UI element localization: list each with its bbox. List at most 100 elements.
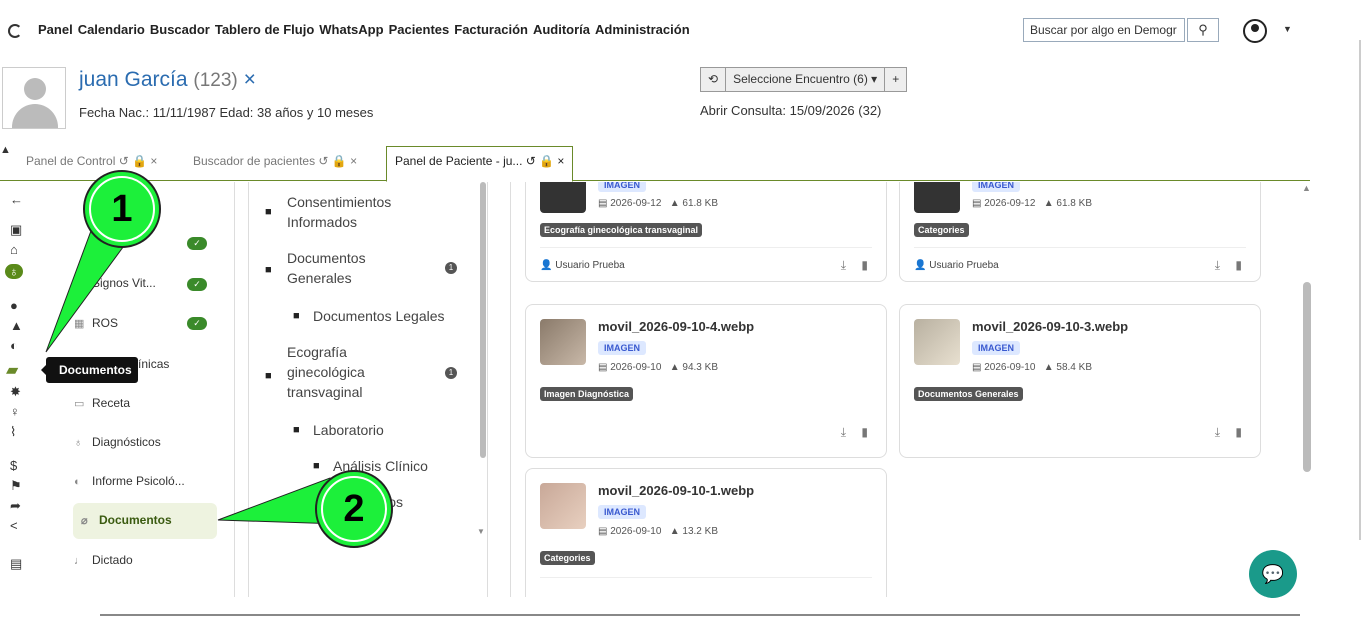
patient-name[interactable]: juan García (123) ×	[79, 68, 256, 92]
document-card[interactable]: movil_2026-09-10-1.webp IMAGEN ▤ 2026-09…	[525, 468, 887, 597]
tab-buscador-pacientes[interactable]: Buscador de pacientes ↺ 🔒 ×	[193, 154, 357, 168]
heartbeat-icon[interactable]: ⌇	[10, 424, 16, 440]
category-laboratorio[interactable]: ■ Laboratorio	[293, 420, 384, 440]
sidebar-item-dictado[interactable]: ♩ Dictado	[74, 553, 133, 567]
menu-administracion[interactable]: Administración	[595, 22, 690, 37]
category-documentos-legales[interactable]: ■ Documentos Legales	[293, 306, 493, 326]
share-nodes-icon[interactable]: <	[10, 518, 18, 533]
type-badge: IMAGEN	[598, 341, 646, 355]
sidebar-item-diagnosticos[interactable]: ♁ Diagnósticos	[74, 435, 161, 449]
document-date: 2026-09-10	[610, 526, 662, 537]
category-scrollbar[interactable]	[480, 182, 486, 458]
sidebar-item-documentos[interactable]: ⌀ Documentos	[73, 503, 217, 539]
download-icon[interactable]: ⤓	[1215, 258, 1220, 273]
encounter-selector[interactable]: ⟲ Seleccione Encuentro (6) ▾ +	[700, 67, 908, 92]
patient-info: Fecha Nac.: 11/11/1987 Edad: 38 años y 1…	[79, 105, 374, 120]
folder-icon: ■	[265, 206, 272, 218]
id-card-icon[interactable]: ▣	[10, 222, 22, 238]
add-encounter-button[interactable]: +	[885, 68, 906, 91]
document-date: 2026-09-10	[610, 362, 662, 373]
folder-icon: ■	[293, 424, 300, 436]
trash-icon[interactable]: ▮	[1235, 258, 1242, 272]
document-meta: ▤ 2026-09-12 ▲ 61.8 KB	[598, 198, 718, 209]
sidebar-item-label: Receta	[92, 396, 131, 410]
document-card[interactable]: IMAGEN ▤ 2026-09-12 ▲ 61.8 KB Ecografía …	[525, 182, 887, 282]
check-icon: ✓	[187, 237, 207, 250]
document-name[interactable]: movil_2026-09-10-4.webp	[598, 319, 754, 334]
stethoscope-icon[interactable]: ♁	[5, 264, 23, 279]
menu-tablero[interactable]: Tablero de Flujo	[215, 22, 314, 37]
close-icon[interactable]: ×	[244, 68, 256, 91]
trash-icon[interactable]: ▮	[861, 258, 868, 272]
scroll-up-icon[interactable]: ▲	[1302, 183, 1311, 193]
document-name[interactable]: movil_2026-09-10-1.webp	[598, 483, 754, 498]
tab-panel-paciente[interactable]: Panel de Paciente - ju... ↺ 🔒 ×	[386, 146, 574, 182]
folder-icon: ■	[265, 264, 272, 276]
category-consentimientos[interactable]: ■ Consentimientos Informados	[265, 192, 437, 232]
document-card[interactable]: movil_2026-09-10-4.webp IMAGEN ▤ 2026-09…	[525, 304, 887, 458]
menu-facturacion[interactable]: Facturación	[454, 22, 528, 37]
encounter-count: (6)	[853, 72, 868, 86]
dollar-icon[interactable]: $	[10, 458, 17, 473]
document-date: 2026-09-10	[984, 362, 1036, 373]
documents-scrollbar[interactable]	[1303, 282, 1311, 472]
pdf-icon[interactable]: ▤	[10, 556, 22, 572]
category-tag: Categories	[914, 223, 969, 237]
menu-auditoria[interactable]: Auditoría	[533, 22, 590, 37]
menu-whatsapp[interactable]: WhatsApp	[319, 22, 383, 37]
type-badge: IMAGEN	[598, 182, 646, 192]
divider	[540, 247, 872, 248]
chevron-down-icon[interactable]: ▼	[1283, 24, 1292, 34]
divider	[540, 577, 872, 578]
check-icon: ✓	[187, 278, 207, 291]
document-meta: ▤ 2026-09-10 ▲ 58.4 KB	[972, 362, 1092, 373]
trash-icon[interactable]: ▮	[1235, 425, 1242, 439]
select-encounter-button[interactable]: Seleccione Encuentro (6) ▾	[726, 68, 886, 91]
document-name[interactable]: movil_2026-09-10-3.webp	[972, 319, 1128, 334]
warning-icon[interactable]: ▲	[10, 318, 23, 333]
download-icon[interactable]: ⤓	[841, 425, 846, 440]
document-card[interactable]: IMAGEN ▤ 2026-09-12 ▲ 61.8 KB Categories…	[899, 182, 1261, 282]
category-label: Consentimientos Informados	[287, 194, 392, 230]
trash-icon[interactable]: ▮	[861, 425, 868, 439]
category-ecografia[interactable]: ■ Ecografía ginecológica transvaginal 1	[265, 342, 457, 402]
history-icon[interactable]: ⟲	[701, 68, 727, 91]
search-icon[interactable]: ⚲	[1187, 18, 1219, 42]
category-tag: Categories	[540, 551, 595, 565]
brain-icon[interactable]: ◐	[10, 338, 18, 353]
menu-pacientes[interactable]: Pacientes	[389, 22, 450, 37]
sidebar-item-ros[interactable]: ▦ ROS	[74, 316, 118, 330]
user-avatar-icon[interactable]	[1243, 19, 1267, 43]
menu-buscador[interactable]: Buscador	[150, 22, 210, 37]
open-consultation: Abrir Consulta: 15/09/2026 (32)	[700, 103, 882, 118]
chat-icon[interactable]: 💬	[1249, 550, 1297, 598]
category-label: Documentos Legales	[313, 308, 445, 324]
category-documentos-generales[interactable]: ■ Documentos Generales 1	[265, 248, 457, 288]
virus-icon[interactable]: ✸	[10, 384, 21, 400]
sidebar-item-label: Informe Psicoló...	[92, 474, 185, 488]
download-icon[interactable]: ⤓	[841, 258, 846, 273]
tab-panel-control[interactable]: Panel de Control ↺ 🔒 ×	[26, 154, 157, 168]
scroll-down-icon[interactable]: ▼	[477, 527, 485, 536]
download-icon[interactable]: ⤓	[1215, 425, 1220, 440]
menu-calendario[interactable]: Calendario	[78, 22, 145, 37]
menu-panel[interactable]: Panel	[38, 22, 73, 37]
category-label: Laboratorio	[313, 422, 384, 438]
back-arrow-icon[interactable]: ←	[10, 192, 23, 207]
search-input[interactable]: Buscar por algo en Demogr	[1023, 18, 1185, 42]
gender-icon[interactable]: ♀	[10, 404, 20, 419]
sidebar-item-label: Diagnósticos	[92, 435, 161, 449]
sidebar-item-receta[interactable]: ▭ Receta	[74, 396, 130, 410]
tab-bar: Panel de Control ↺ 🔒 × Buscador de pacie…	[0, 146, 1310, 182]
home-icon[interactable]: ⌂	[10, 242, 18, 257]
share-icon[interactable]: ➦	[10, 498, 21, 514]
bell-icon[interactable]: ⚑	[10, 478, 22, 494]
sidebar-item-informe-psicologico[interactable]: ◐ Informe Psicoló...	[74, 474, 185, 488]
sidebar-item-signos-vitales[interactable]: ♥ Signos Vit...	[74, 276, 156, 290]
logo-icon[interactable]	[8, 24, 22, 38]
folder-open-icon[interactable]: ▰	[6, 360, 18, 380]
user-circle-icon[interactable]: ●	[10, 298, 18, 313]
category-tag: Ecografía ginecológica transvaginal	[540, 223, 703, 237]
document-meta: ▤ 2026-09-10 ▲ 94.3 KB	[598, 362, 718, 373]
document-card[interactable]: movil_2026-09-10-3.webp IMAGEN ▤ 2026-09…	[899, 304, 1261, 458]
